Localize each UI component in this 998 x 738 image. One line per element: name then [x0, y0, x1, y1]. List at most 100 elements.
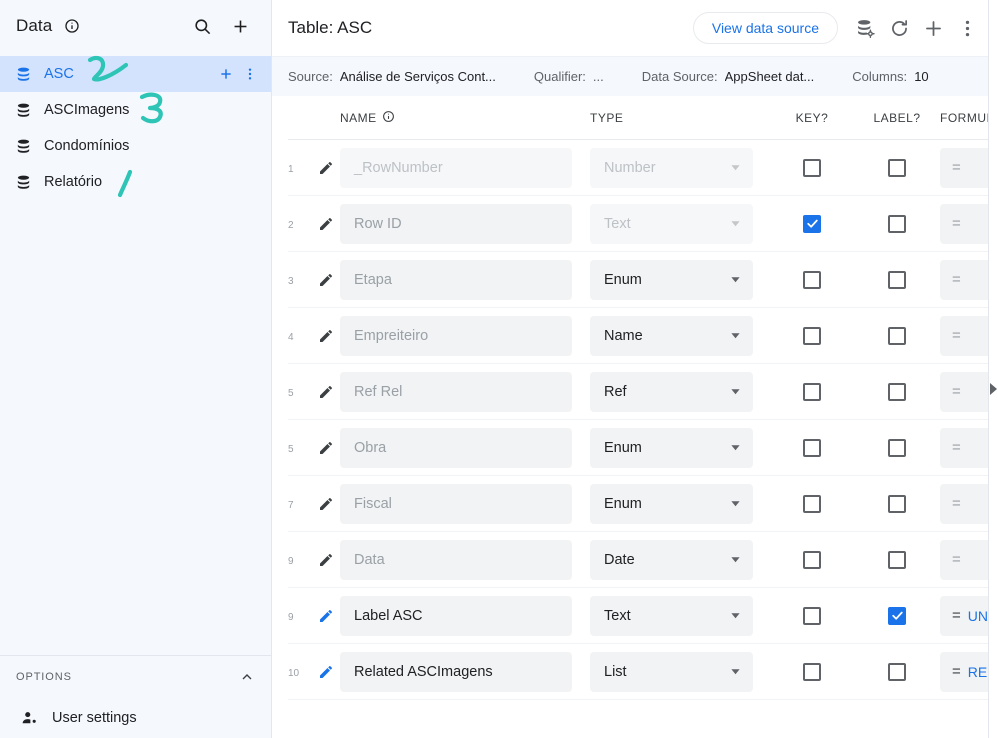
label-checkbox[interactable]	[888, 270, 906, 289]
metadata-bar: Source: Análise de Serviços Cont... Qual…	[272, 56, 998, 96]
data-source-settings-icon[interactable]	[848, 11, 882, 45]
meta-columns-value: 10	[914, 69, 929, 84]
search-icon[interactable]	[187, 11, 217, 41]
edit-column-icon[interactable]	[312, 384, 340, 400]
options-section-header[interactable]: OPTIONS	[0, 656, 271, 698]
sidebar-item-condominios[interactable]: Condomínios	[0, 128, 271, 164]
edit-column-icon[interactable]	[312, 496, 340, 512]
formula-equals: =	[952, 383, 961, 400]
key-checkbox[interactable]	[803, 382, 821, 401]
key-checkbox[interactable]	[803, 270, 821, 289]
column-name-input[interactable]: Label ASC	[340, 595, 572, 636]
column-type-value: Enum	[604, 439, 642, 456]
column-name-input[interactable]: Ref Rel	[340, 371, 572, 412]
label-checkbox[interactable]	[888, 158, 906, 177]
main-panel: Table: ASC View data source Source: Anál…	[272, 0, 998, 738]
column-type-select[interactable]: Ref	[590, 371, 753, 412]
column-name-input[interactable]: _RowNumber	[340, 147, 572, 188]
label-checkbox[interactable]	[888, 438, 906, 457]
meta-columns: Columns: 10	[852, 69, 928, 84]
column-type-select[interactable]: Number	[590, 147, 753, 188]
sidebar-item-ascimagens[interactable]: ASCImagens	[0, 92, 271, 128]
edit-column-icon[interactable]	[312, 272, 340, 288]
key-checkbox[interactable]	[803, 550, 821, 569]
options-label: OPTIONS	[16, 671, 72, 683]
chevron-down-icon	[730, 218, 741, 229]
row-number: 5	[288, 387, 294, 399]
key-checkbox[interactable]	[803, 662, 821, 681]
label-checkbox[interactable]	[888, 382, 906, 401]
more-vert-icon[interactable]	[239, 61, 261, 87]
column-type-value: List	[604, 663, 627, 680]
column-type-select[interactable]: Text	[590, 203, 753, 244]
label-checkbox[interactable]	[888, 662, 906, 681]
view-data-source-button[interactable]: View data source	[692, 12, 838, 44]
column-type-value: Number	[604, 159, 656, 176]
meta-source-key: Source:	[288, 69, 333, 84]
column-type-select[interactable]: Enum	[590, 427, 753, 468]
sidebar-item-relatorio[interactable]: Relatório	[0, 164, 271, 200]
chevron-up-icon[interactable]	[239, 669, 255, 685]
column-type-select[interactable]: Enum	[590, 483, 753, 524]
column-type-value: Enum	[604, 271, 642, 288]
edit-column-icon[interactable]	[312, 552, 340, 568]
formula-equals: =	[952, 607, 961, 624]
appsheet-data-editor: Data ASC ASCImagens Condomínios Relatóri…	[0, 0, 998, 738]
column-name-input[interactable]: Data	[340, 539, 572, 580]
table-row: 9 Data Date =	[288, 532, 998, 588]
sidebar-item-asc[interactable]: ASC	[0, 56, 271, 92]
more-vert-icon[interactable]	[950, 11, 984, 45]
meta-datasource-value: AppSheet dat...	[724, 69, 815, 84]
table-row: 4 Empreiteiro Name =	[288, 308, 998, 364]
formula-text: UN	[967, 607, 988, 624]
label-checkbox[interactable]	[888, 326, 906, 345]
key-checkbox[interactable]	[803, 438, 821, 457]
column-type-value: Name	[604, 327, 643, 344]
add-column-icon[interactable]	[215, 61, 237, 87]
info-icon[interactable]	[382, 110, 395, 126]
column-name-input[interactable]: Empreiteiro	[340, 315, 572, 356]
row-number: 1	[288, 163, 294, 175]
key-checkbox[interactable]	[803, 158, 821, 177]
column-type-select[interactable]: List	[590, 651, 753, 692]
sidebar-item-user-settings[interactable]: User settings	[0, 698, 271, 738]
key-checkbox[interactable]	[803, 606, 821, 625]
column-type-select[interactable]: Date	[590, 539, 753, 580]
key-checkbox[interactable]	[803, 494, 821, 513]
table-row: 5 Obra Enum =	[288, 420, 998, 476]
column-type-value: Date	[604, 551, 635, 568]
column-type-select[interactable]: Name	[590, 315, 753, 356]
chevron-down-icon	[730, 442, 741, 453]
label-checkbox[interactable]	[888, 550, 906, 569]
edit-column-icon[interactable]	[312, 328, 340, 344]
label-checkbox[interactable]	[888, 214, 906, 233]
table-body: 1 _RowNumber Number = 2 Row ID Text = 3 Etapa Enum…	[288, 140, 998, 700]
label-checkbox[interactable]	[888, 494, 906, 513]
add-table-icon[interactable]	[225, 11, 255, 41]
column-name-input[interactable]: Etapa	[340, 259, 572, 300]
edit-column-icon[interactable]	[312, 216, 340, 232]
column-name-input[interactable]: Related ASCImagens	[340, 651, 572, 692]
key-checkbox[interactable]	[803, 326, 821, 345]
key-checkbox[interactable]	[803, 214, 821, 233]
table-row: 2 Row ID Text =	[288, 196, 998, 252]
edit-column-icon[interactable]	[312, 608, 340, 624]
user-settings-icon	[20, 708, 40, 728]
column-type-select[interactable]: Text	[590, 595, 753, 636]
column-name-input[interactable]: Row ID	[340, 203, 572, 244]
refresh-icon[interactable]	[882, 11, 916, 45]
meta-columns-key: Columns:	[852, 69, 908, 84]
column-type-value: Enum	[604, 495, 642, 512]
column-name-input[interactable]: Obra	[340, 427, 572, 468]
edit-column-icon[interactable]	[312, 160, 340, 176]
edit-column-icon[interactable]	[312, 440, 340, 456]
sidebar-item-label: ASCImagens	[44, 102, 130, 118]
plus-icon[interactable]	[916, 11, 950, 45]
info-icon[interactable]	[64, 18, 80, 34]
label-checkbox[interactable]	[888, 606, 906, 625]
column-name-input[interactable]: Fiscal	[340, 483, 572, 524]
column-type-select[interactable]: Enum	[590, 259, 753, 300]
edit-column-icon[interactable]	[312, 664, 340, 680]
triangle-right-icon[interactable]	[990, 383, 997, 395]
table-header-row: NAME TYPE KEY? LABEL? FORMUI	[288, 96, 998, 140]
